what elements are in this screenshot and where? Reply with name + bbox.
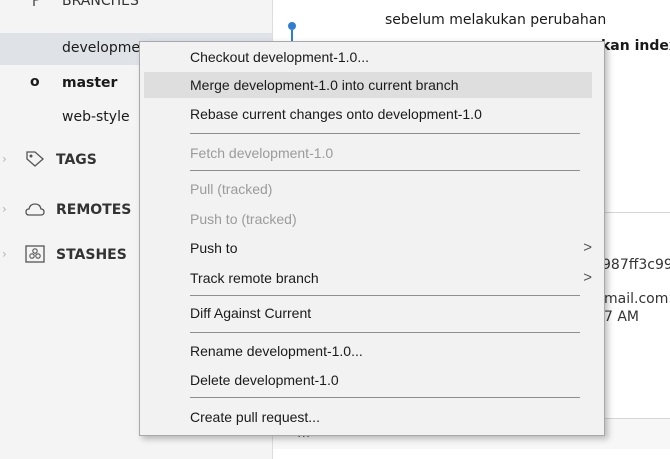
menu-item-track-remote-branch[interactable]: Track remote branch > bbox=[144, 265, 592, 291]
menu-separator bbox=[190, 133, 580, 134]
menu-item-checkout[interactable]: Checkout development-1.0... bbox=[144, 44, 592, 70]
stash-icon bbox=[25, 245, 45, 263]
menu-item-label: Fetch development-1.0 bbox=[190, 145, 334, 161]
section-label: REMOTES bbox=[56, 202, 132, 218]
menu-item-label: Create pull request... bbox=[190, 409, 320, 425]
branch-icon bbox=[33, 0, 39, 6]
branches-header-label: BRANCHES bbox=[62, 0, 139, 9]
menu-item-diff-against-current[interactable]: Diff Against Current bbox=[144, 300, 592, 326]
menu-item-fetch: Fetch development-1.0 bbox=[144, 140, 592, 166]
commit-hash: 987ff3c99 bbox=[602, 257, 670, 273]
menu-item-label: Push to (tracked) bbox=[190, 211, 297, 227]
section-label: TAGS bbox=[56, 152, 97, 168]
chevron-right-icon: › bbox=[2, 202, 7, 216]
menu-item-rebase[interactable]: Rebase current changes onto development-… bbox=[144, 101, 592, 127]
menu-item-label: Diff Against Current bbox=[190, 305, 312, 321]
menu-separator bbox=[190, 170, 580, 171]
menu-item-label: Rebase current changes onto development-… bbox=[190, 106, 482, 122]
branch-label: master bbox=[62, 75, 118, 91]
author-email: mail.com> bbox=[604, 291, 670, 307]
menu-item-pull-tracked: Pull (tracked) bbox=[144, 176, 592, 202]
current-branch-indicator-icon: o bbox=[30, 74, 40, 90]
chevron-right-icon: › bbox=[2, 247, 7, 261]
menu-separator bbox=[190, 332, 580, 333]
tag-icon bbox=[26, 151, 44, 167]
chevron-right-icon: > bbox=[583, 269, 592, 286]
menu-item-label: Checkout development-1.0... bbox=[190, 49, 369, 65]
menu-item-delete[interactable]: Delete development-1.0 bbox=[144, 367, 592, 393]
cloud-icon bbox=[25, 203, 45, 216]
menu-item-label: Rename development-1.0... bbox=[190, 343, 363, 359]
branch-label: developme bbox=[62, 40, 140, 56]
menu-item-push-to-tracked: Push to (tracked) bbox=[144, 206, 592, 232]
menu-item-label: Merge development-1.0 into current branc… bbox=[190, 77, 459, 93]
section-label: STASHES bbox=[56, 247, 127, 263]
menu-item-push-to[interactable]: Push to > bbox=[144, 235, 592, 261]
menu-item-label: Push to bbox=[190, 240, 238, 256]
menu-item-create-pull-request[interactable]: Create pull request... bbox=[144, 404, 592, 430]
menu-item-label: Delete development-1.0 bbox=[190, 372, 339, 388]
menu-item-merge[interactable]: Merge development-1.0 into current branc… bbox=[144, 72, 592, 98]
commit-message-bold[interactable]: kan index bbox=[601, 38, 670, 54]
chevron-right-icon: > bbox=[583, 239, 592, 256]
menu-separator bbox=[190, 295, 580, 296]
commit-graph-node[interactable] bbox=[288, 22, 296, 30]
menu-separator bbox=[190, 397, 580, 398]
commit-time: 7 AM bbox=[604, 309, 640, 325]
branches-header[interactable]: BRANCHES bbox=[0, 0, 272, 12]
chevron-right-icon: › bbox=[2, 152, 7, 166]
menu-item-label: Track remote branch bbox=[190, 270, 319, 286]
menu-item-label: Pull (tracked) bbox=[190, 181, 273, 197]
menu-item-rename[interactable]: Rename development-1.0... bbox=[144, 338, 592, 364]
branch-label: web-style bbox=[62, 109, 130, 125]
branch-context-menu: Checkout development-1.0... Merge develo… bbox=[139, 41, 605, 436]
commit-message[interactable]: sebelum melakukan perubahan bbox=[385, 12, 606, 28]
